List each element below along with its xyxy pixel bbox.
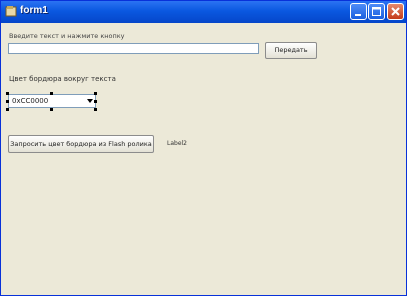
selection-handle (94, 100, 97, 103)
border-color-value: 0xCC0000 (12, 97, 49, 105)
minimize-icon (355, 14, 361, 16)
maximize-button[interactable] (368, 3, 385, 20)
selection-handle (50, 108, 53, 111)
message-input[interactable] (8, 43, 259, 54)
maximize-icon (372, 7, 381, 16)
window-title: form1 (20, 5, 48, 16)
chevron-down-icon[interactable] (87, 98, 93, 104)
request-color-button[interactable]: Запросить цвет бордюра из Flash ролика (8, 135, 154, 153)
selection-handle (6, 92, 9, 95)
selection-handle (94, 108, 97, 111)
selection-handle (50, 92, 53, 95)
selection-handle (6, 108, 9, 111)
app-icon (5, 6, 17, 17)
selection-handle (6, 100, 9, 103)
form-content: Введите текст и нажмите кнопку Передать … (1, 23, 406, 295)
status-label: Label2 (167, 140, 188, 147)
close-icon (391, 7, 400, 16)
form-window: form1 Введите текст и нажмите кнопку Пер… (0, 0, 407, 296)
border-color-label: Цвет бордюра вокруг текста (9, 75, 116, 83)
close-button[interactable] (387, 3, 404, 20)
selection-handle (94, 92, 97, 95)
border-color-select[interactable]: 0xCC0000 (8, 94, 96, 108)
send-button[interactable]: Передать (265, 42, 317, 59)
minimize-button[interactable] (350, 3, 367, 20)
prompt-label: Введите текст и нажмите кнопку (9, 32, 125, 40)
title-bar[interactable]: form1 (1, 1, 406, 23)
